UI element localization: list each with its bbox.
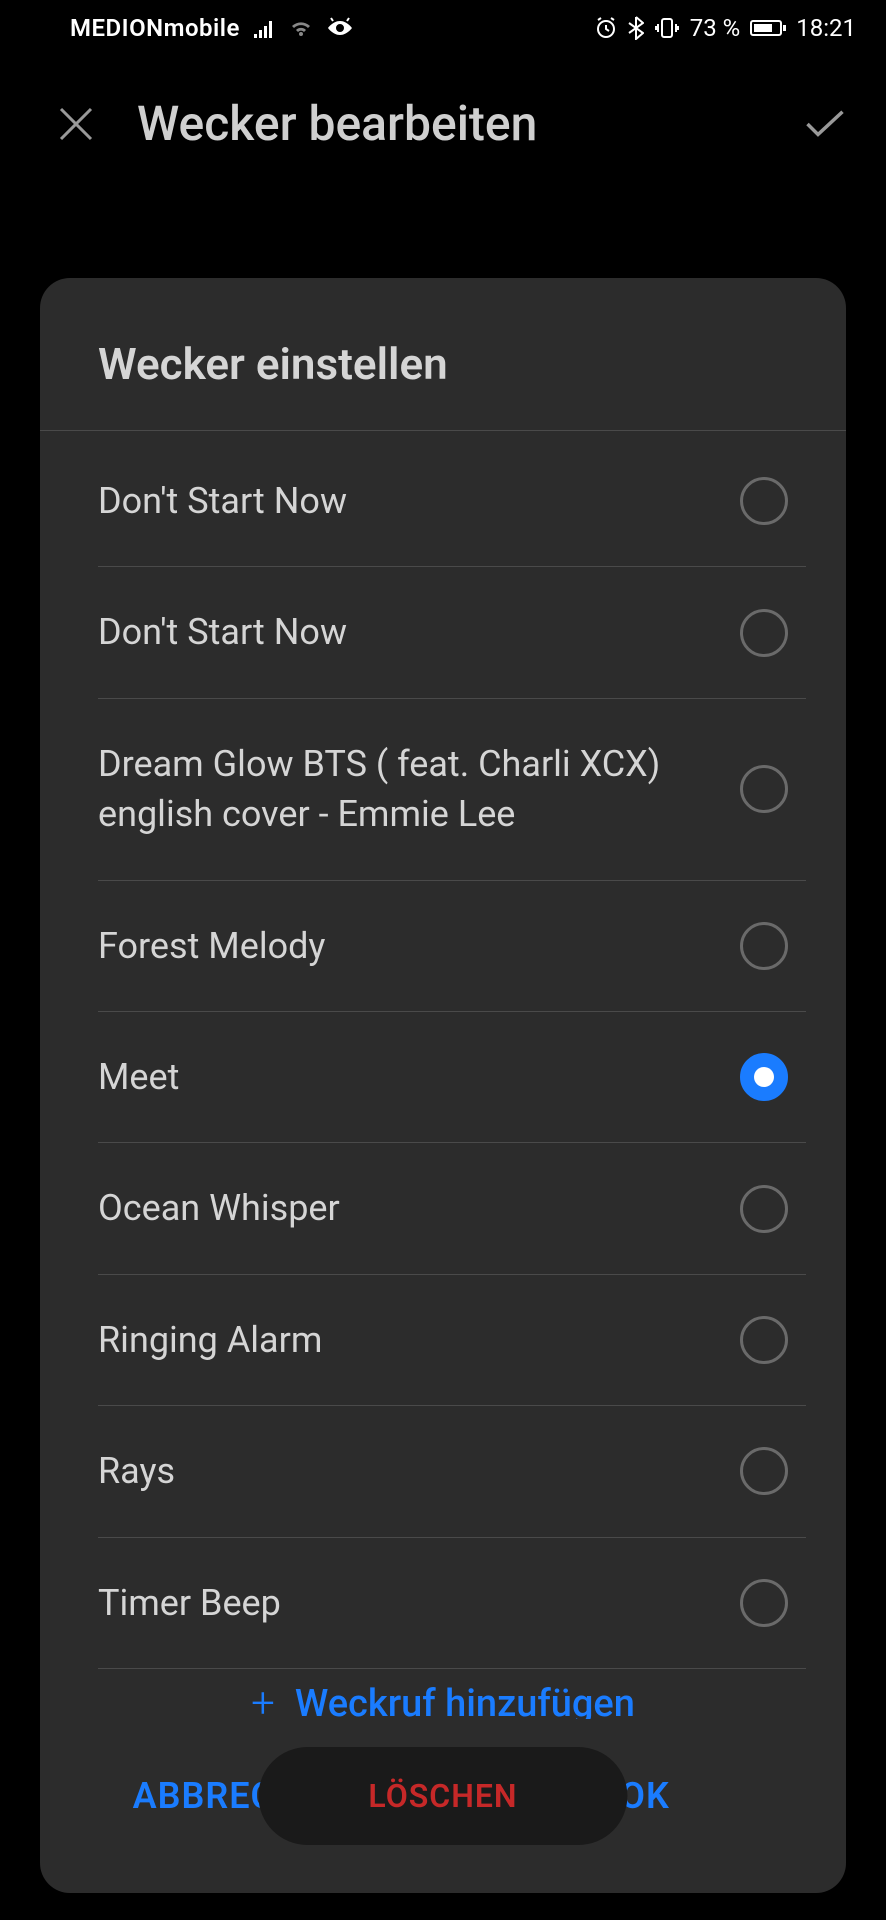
radio-button[interactable]	[740, 1185, 788, 1233]
sound-item[interactable]: Don't Start Now	[98, 567, 806, 698]
eye-icon	[326, 17, 354, 39]
battery-percent: 73 %	[690, 14, 741, 42]
time-label: 18:21	[796, 14, 856, 42]
check-icon[interactable]	[804, 103, 846, 145]
radio-button[interactable]	[740, 609, 788, 657]
radio-button[interactable]	[740, 765, 788, 813]
sound-label: Timer Beep	[98, 1578, 740, 1628]
sound-item[interactable]: Dream Glow BTS ( feat. Charli XCX) engli…	[98, 699, 806, 881]
status-left: MEDIONmobile	[70, 14, 354, 42]
alarm-icon	[594, 16, 618, 40]
page-title: Wecker bearbeiten	[137, 95, 764, 152]
dialog-title: Wecker einstellen	[40, 278, 846, 430]
sound-item[interactable]: Forest Melody	[98, 881, 806, 1012]
sound-list[interactable]: Don't Start Now Don't Start Now Dream Glow…	[40, 431, 846, 1669]
plus-icon: +	[251, 1679, 275, 1719]
sound-item[interactable]: Timer Beep	[98, 1538, 806, 1669]
sound-picker-dialog: Wecker einstellen Don't Start NowDon't S…	[40, 278, 846, 1893]
sound-item[interactable]: Don't Start Now	[98, 431, 806, 567]
vibrate-icon	[654, 16, 680, 40]
sound-item[interactable]: Ringing Alarm	[98, 1275, 806, 1406]
sound-item[interactable]: Rays	[98, 1406, 806, 1537]
sound-label: Forest Melody	[98, 921, 740, 971]
sound-label: Dream Glow BTS ( feat. Charli XCX) engli…	[98, 739, 740, 840]
sound-label: Rays	[98, 1446, 740, 1496]
add-ringtone-button[interactable]: + Weckruf hinzufügen	[40, 1669, 846, 1719]
battery-icon	[750, 18, 786, 38]
radio-button[interactable]	[740, 1579, 788, 1627]
add-ringtone-label: Weckruf hinzufügen	[295, 1682, 635, 1719]
carrier-label: MEDIONmobile	[70, 14, 240, 42]
close-icon[interactable]	[55, 103, 97, 145]
sound-item[interactable]: Ocean Whisper	[98, 1143, 806, 1274]
radio-button[interactable]	[740, 1447, 788, 1495]
sound-label: Ringing Alarm	[98, 1315, 740, 1365]
sound-label: Don't Start Now	[98, 476, 740, 526]
status-bar: MEDIONmobile 73 % 18:21	[0, 0, 886, 55]
signal-icon	[252, 18, 276, 38]
radio-button[interactable]	[740, 477, 788, 525]
header: Wecker bearbeiten	[0, 55, 886, 192]
sound-label: Don't Start Now	[98, 607, 740, 657]
sound-label: Meet	[98, 1052, 740, 1102]
wifi-icon	[288, 18, 314, 38]
radio-button[interactable]	[740, 922, 788, 970]
sound-label: Ocean Whisper	[98, 1183, 740, 1233]
status-right: 73 % 18:21	[594, 14, 856, 42]
radio-button[interactable]	[740, 1316, 788, 1364]
delete-button[interactable]: LÖSCHEN	[258, 1747, 627, 1845]
bluetooth-icon	[628, 16, 644, 40]
sound-item[interactable]: Meet	[98, 1012, 806, 1143]
radio-button[interactable]	[740, 1053, 788, 1101]
